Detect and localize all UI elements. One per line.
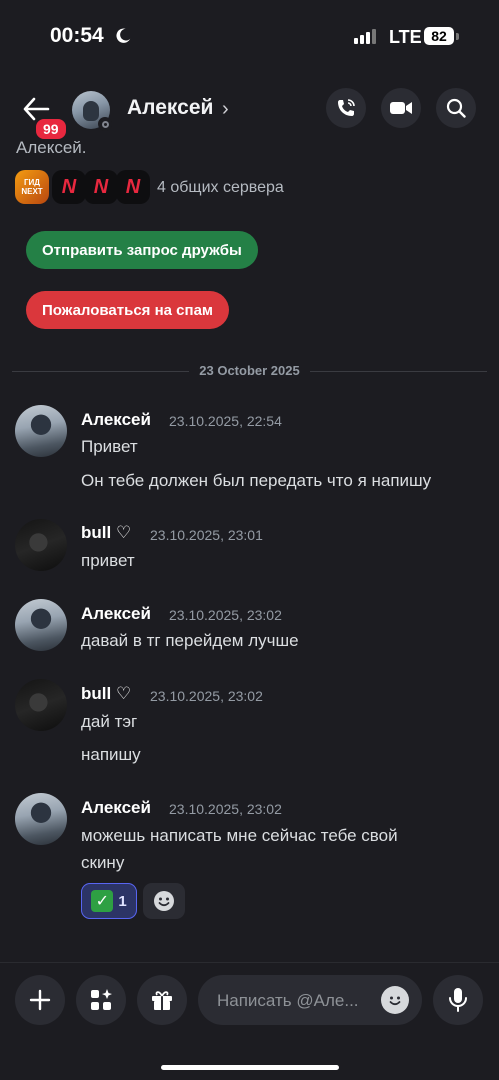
video-camera-icon bbox=[390, 102, 412, 114]
smiley-icon bbox=[154, 891, 174, 911]
message-text[interactable]: дай тэг bbox=[81, 708, 137, 735]
search-icon bbox=[446, 98, 466, 118]
voice-message-button[interactable] bbox=[433, 975, 483, 1025]
reaction-count: 1 bbox=[118, 892, 127, 910]
message-author[interactable]: bull ♡ bbox=[81, 523, 131, 543]
server-icon-n3[interactable]: N bbox=[116, 170, 150, 204]
microphone-icon bbox=[449, 988, 467, 1012]
message-author[interactable]: Алексей bbox=[81, 798, 151, 818]
send-friend-request-button[interactable]: Отправить запрос дружбы bbox=[26, 231, 258, 269]
chevron-right-icon[interactable]: › bbox=[222, 98, 229, 121]
offline-status-icon bbox=[98, 117, 112, 131]
emoji-picker-icon[interactable] bbox=[381, 986, 409, 1014]
battery-level: 82 bbox=[424, 27, 454, 45]
video-call-button[interactable] bbox=[381, 88, 421, 128]
home-indicator bbox=[161, 1065, 339, 1070]
gift-button[interactable] bbox=[137, 975, 187, 1025]
message-avatar[interactable] bbox=[15, 599, 67, 651]
reaction-checkmark[interactable]: ✓ 1 bbox=[81, 883, 137, 919]
network-type: LTE bbox=[389, 27, 422, 47]
message-timestamp: 23.10.2025, 23:02 bbox=[169, 607, 282, 623]
composer-separator bbox=[0, 962, 499, 963]
date-divider-label: 23 October 2025 bbox=[189, 363, 310, 378]
shared-servers-text[interactable]: 4 общих сервера bbox=[157, 179, 284, 197]
plus-icon bbox=[29, 989, 51, 1011]
message-avatar[interactable] bbox=[15, 405, 67, 457]
unread-badge: 99 bbox=[33, 116, 69, 142]
message-text[interactable]: можешь написать мне сейчас тебе свой bbox=[81, 822, 398, 849]
message-avatar[interactable] bbox=[15, 679, 67, 731]
date-divider: 23 October 2025 bbox=[0, 363, 499, 378]
message-input[interactable] bbox=[215, 975, 369, 1027]
intro-text: Алексей. bbox=[16, 141, 87, 155]
attach-button[interactable] bbox=[15, 975, 65, 1025]
message-text[interactable]: Привет bbox=[81, 433, 138, 460]
moon-icon bbox=[116, 28, 131, 43]
dm-user-name[interactable]: Алексей bbox=[127, 96, 213, 120]
message-timestamp: 23.10.2025, 23:01 bbox=[150, 527, 263, 543]
status-time: 00:54 bbox=[50, 24, 104, 47]
apps-button[interactable] bbox=[76, 975, 126, 1025]
apps-sparkle-icon bbox=[91, 989, 112, 1010]
message-text[interactable]: напишу bbox=[81, 741, 141, 768]
message-author[interactable]: bull ♡ bbox=[81, 684, 131, 704]
message-avatar[interactable] bbox=[15, 519, 67, 571]
message-author[interactable]: Алексей bbox=[81, 604, 151, 624]
message-text[interactable]: привет bbox=[81, 547, 135, 574]
server-icon-n1[interactable]: N bbox=[52, 170, 86, 204]
message-avatar[interactable] bbox=[15, 793, 67, 845]
message-timestamp: 23.10.2025, 23:02 bbox=[169, 801, 282, 817]
message-text[interactable]: давай в тг перейдем лучше bbox=[81, 627, 299, 654]
message-author[interactable]: Алексей bbox=[81, 410, 151, 430]
voice-call-button[interactable] bbox=[326, 88, 366, 128]
smiley-face-icon bbox=[389, 996, 401, 1006]
add-reaction-button[interactable] bbox=[143, 883, 185, 919]
message-timestamp: 23.10.2025, 22:54 bbox=[169, 413, 282, 429]
server-icon-n2[interactable]: N bbox=[84, 170, 118, 204]
message-text[interactable]: Он тебе должен был передать что я напишу bbox=[81, 467, 431, 494]
message-timestamp: 23.10.2025, 23:02 bbox=[150, 688, 263, 704]
phone-icon bbox=[338, 99, 355, 116]
check-mark-emoji-icon: ✓ bbox=[91, 890, 114, 912]
search-button[interactable] bbox=[436, 88, 476, 128]
signal-icon bbox=[354, 29, 376, 44]
server-icon-gid[interactable]: ГИД NEXT bbox=[15, 170, 49, 204]
report-spam-button[interactable]: Пожаловаться на спам bbox=[26, 291, 230, 329]
battery-tip bbox=[456, 33, 459, 40]
gift-icon bbox=[152, 991, 172, 1010]
message-text[interactable]: скину bbox=[81, 849, 124, 876]
